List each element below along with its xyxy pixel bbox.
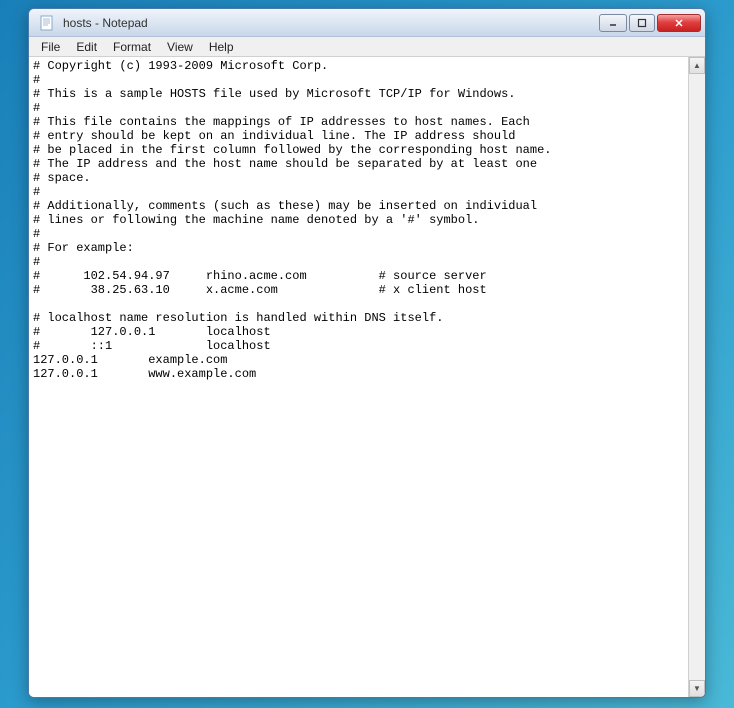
minimize-button[interactable] (599, 14, 627, 32)
text-content[interactable]: # Copyright (c) 1993-2009 Microsoft Corp… (29, 57, 688, 697)
notepad-icon (39, 15, 55, 31)
titlebar[interactable]: hosts - Notepad (29, 9, 705, 37)
menu-view[interactable]: View (159, 38, 201, 56)
scroll-down-arrow[interactable]: ▼ (689, 680, 705, 697)
window-controls (597, 14, 701, 32)
menu-file[interactable]: File (33, 38, 68, 56)
close-button[interactable] (657, 14, 701, 32)
scroll-up-arrow[interactable]: ▲ (689, 57, 705, 74)
menu-edit[interactable]: Edit (68, 38, 105, 56)
editor-area: # Copyright (c) 1993-2009 Microsoft Corp… (29, 57, 705, 697)
menu-format[interactable]: Format (105, 38, 159, 56)
notepad-window: hosts - Notepad File Edit Format View He… (28, 8, 706, 698)
menubar: File Edit Format View Help (29, 37, 705, 57)
window-title: hosts - Notepad (61, 16, 597, 30)
scroll-track[interactable] (689, 74, 705, 680)
vertical-scrollbar[interactable]: ▲ ▼ (688, 57, 705, 697)
menu-help[interactable]: Help (201, 38, 242, 56)
maximize-button[interactable] (629, 14, 655, 32)
